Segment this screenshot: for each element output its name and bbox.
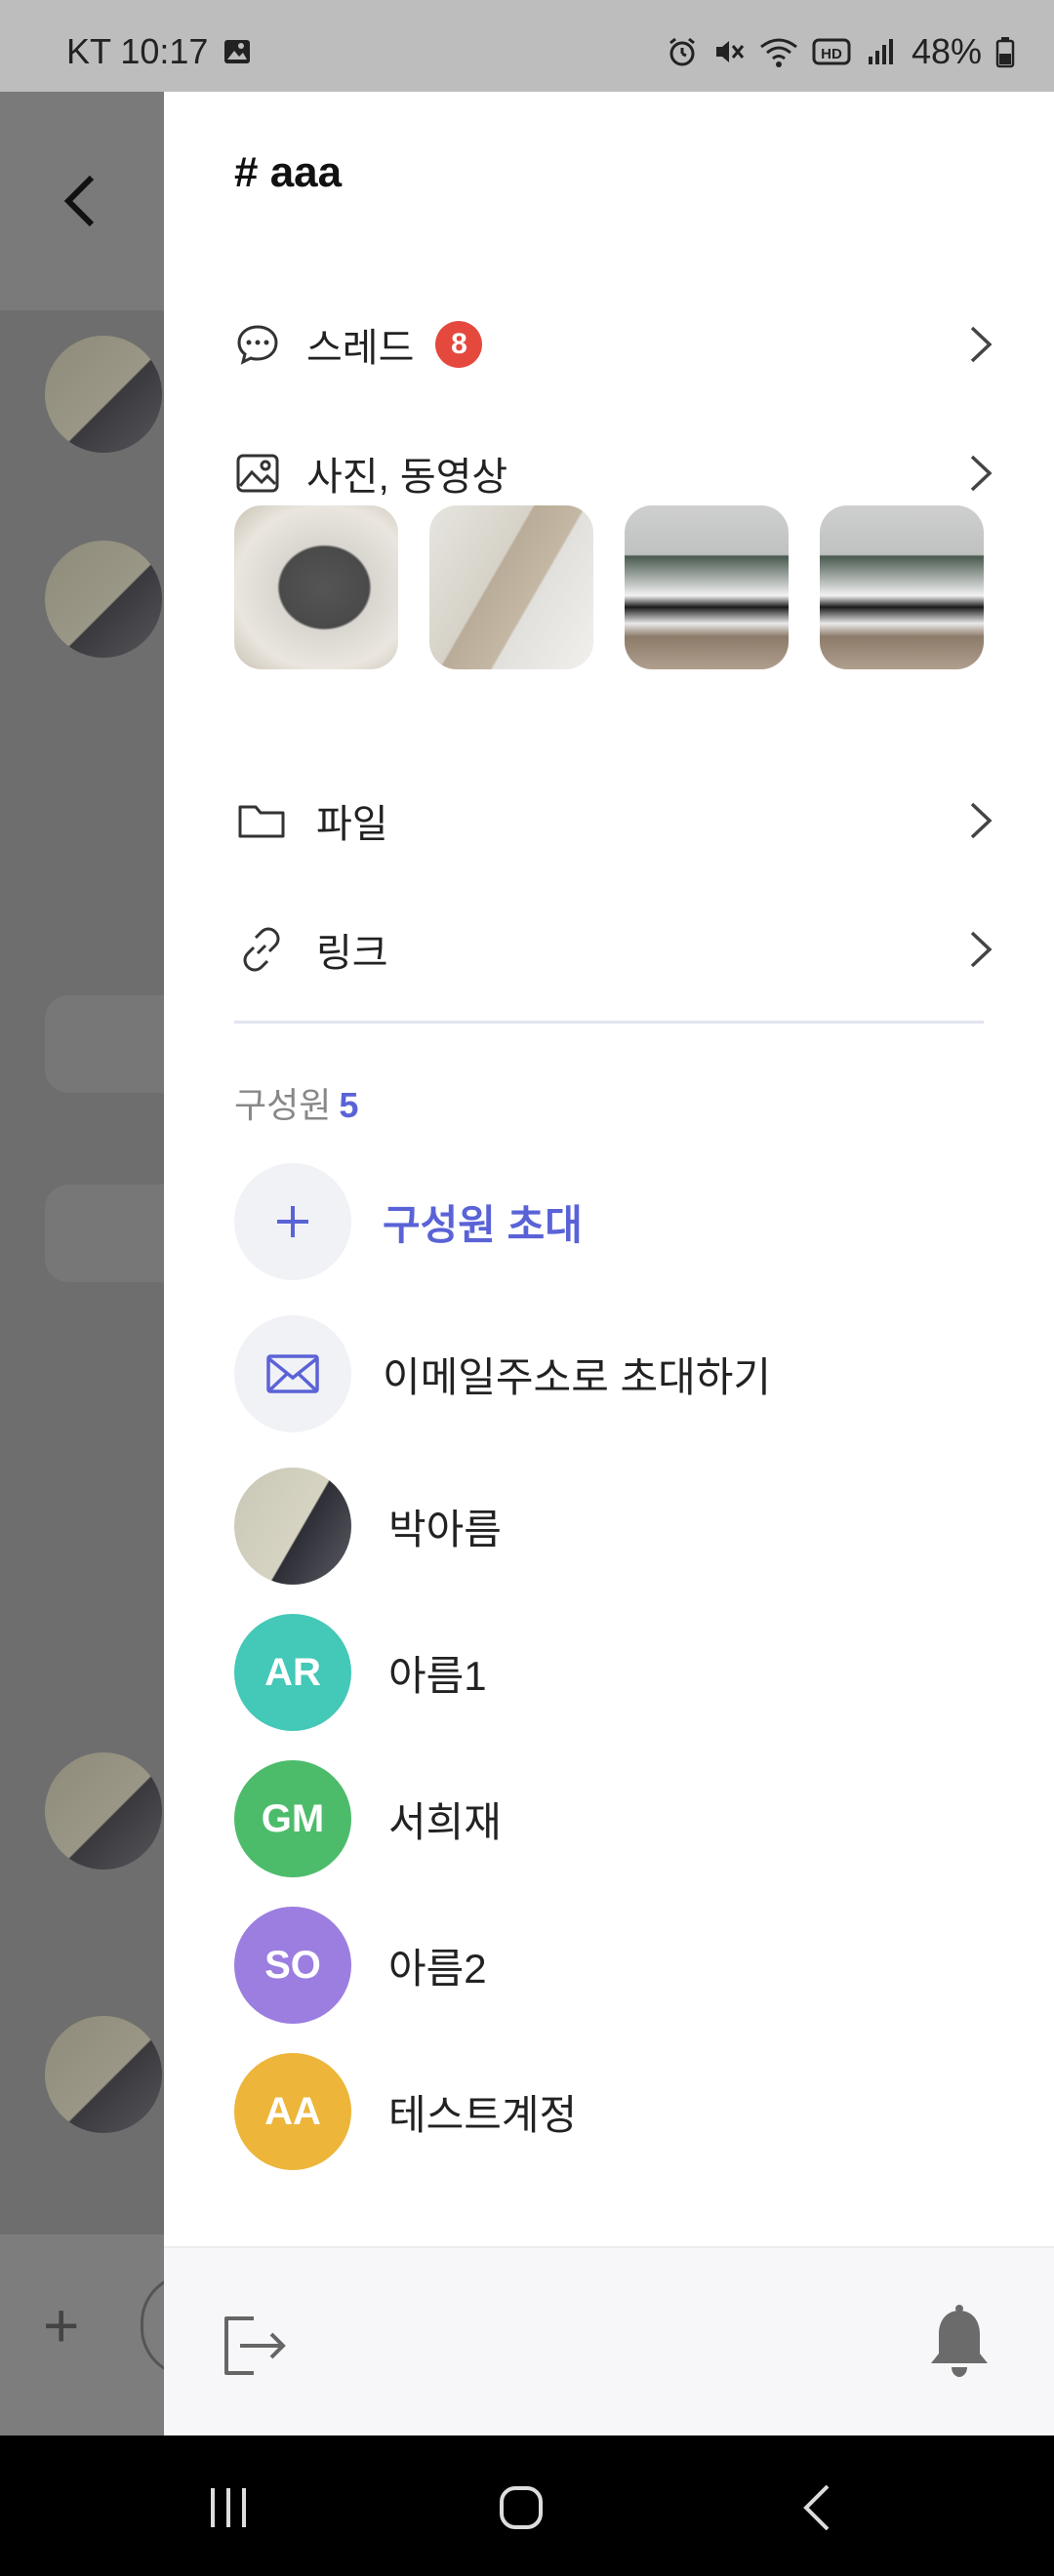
background-avatar [45, 1752, 162, 1870]
chevron-right-icon [970, 931, 993, 968]
wifi-icon [760, 38, 797, 67]
member-item[interactable]: AA 테스트계정 [234, 2053, 995, 2170]
chevron-right-icon [970, 455, 993, 492]
member-name: 아름1 [388, 1652, 487, 1699]
menu-item-media[interactable]: 사진, 동영상 [234, 429, 995, 517]
alarm-icon [669, 37, 695, 66]
chevron-right-icon [970, 802, 993, 839]
gallery-notification-icon [224, 40, 251, 63]
menu-item-threads[interactable]: 스레드 8 [234, 301, 995, 388]
mute-icon [715, 41, 745, 62]
back-icon[interactable] [790, 2478, 849, 2537]
home-icon[interactable] [492, 2478, 550, 2537]
avatar [234, 1468, 351, 1585]
background-avatar [45, 541, 162, 658]
back-arrow-icon[interactable] [61, 172, 100, 230]
status-bar: KT 10:17 HD 48% [0, 0, 1054, 92]
member-name: 테스트계정 [388, 2091, 578, 2138]
member-name: 박아름 [388, 1506, 502, 1552]
email-invite-label: 이메일주소로 초대하기 [383, 1353, 772, 1400]
email-invite-button[interactable]: 이메일주소로 초대하기 [234, 1315, 995, 1432]
plus-icon [234, 1163, 351, 1280]
battery-percent: 48% [911, 31, 982, 71]
svg-text:HD: HD [821, 46, 842, 62]
envelope-icon [234, 1315, 351, 1432]
channel-title: # aaa [234, 148, 343, 196]
hd-voice-icon: HD [812, 38, 851, 65]
avatar: SO [234, 1907, 351, 2024]
invite-member-label: 구성원 초대 [383, 1201, 583, 1248]
section-divider [234, 1021, 984, 1024]
member-name: 서희재 [388, 1798, 502, 1845]
members-count: 5 [339, 1085, 359, 1125]
member-item[interactable]: GM 서희재 [234, 1760, 995, 1877]
members-heading-label: 구성원 [234, 1085, 332, 1125]
battery-icon [995, 37, 1015, 68]
chevron-right-icon [970, 326, 993, 363]
files-label: 파일 [316, 803, 388, 846]
chat-bubble-icon [234, 321, 281, 368]
media-thumbnail[interactable] [625, 505, 789, 669]
bell-icon[interactable] [925, 2303, 993, 2381]
media-label: 사진, 동영상 [306, 456, 508, 499]
threads-count-badge: 8 [435, 321, 483, 368]
background-avatar [45, 2016, 162, 2133]
channel-info-drawer: # aaa 스레드 8 사진, 동영상 파일 링크 구성원 5 구성원 초대 이… [164, 92, 1054, 2437]
links-label: 링크 [316, 932, 388, 975]
background-avatar [45, 336, 162, 453]
folder-icon [234, 797, 289, 844]
invite-member-button[interactable]: 구성원 초대 [234, 1163, 995, 1280]
signal-icon [868, 39, 893, 64]
media-thumbnail[interactable] [429, 505, 593, 669]
carrier-time: KT 10:17 [66, 31, 209, 71]
member-name: 아름2 [388, 1945, 487, 1992]
media-thumbnails [234, 505, 984, 669]
drawer-footer [164, 2246, 1054, 2437]
avatar: GM [234, 1760, 351, 1877]
plus-icon[interactable]: + [43, 2289, 79, 2361]
recent-apps-icon[interactable] [199, 2478, 258, 2537]
leave-channel-icon[interactable] [215, 2307, 293, 2385]
member-item[interactable]: AR 아름1 [234, 1614, 995, 1731]
link-icon [234, 926, 289, 973]
menu-item-files[interactable]: 파일 [234, 777, 995, 865]
menu-item-links[interactable]: 링크 [234, 906, 995, 993]
member-item[interactable]: 박아름 [234, 1468, 995, 1585]
threads-label: 스레드 [306, 327, 415, 370]
system-navigation-bar [0, 2435, 1054, 2576]
members-heading: 구성원 5 [234, 1077, 358, 1128]
avatar: AA [234, 2053, 351, 2170]
image-icon [234, 450, 281, 497]
media-thumbnail[interactable] [820, 505, 984, 669]
avatar: AR [234, 1614, 351, 1731]
media-thumbnail[interactable] [234, 505, 398, 669]
member-item[interactable]: SO 아름2 [234, 1907, 995, 2024]
